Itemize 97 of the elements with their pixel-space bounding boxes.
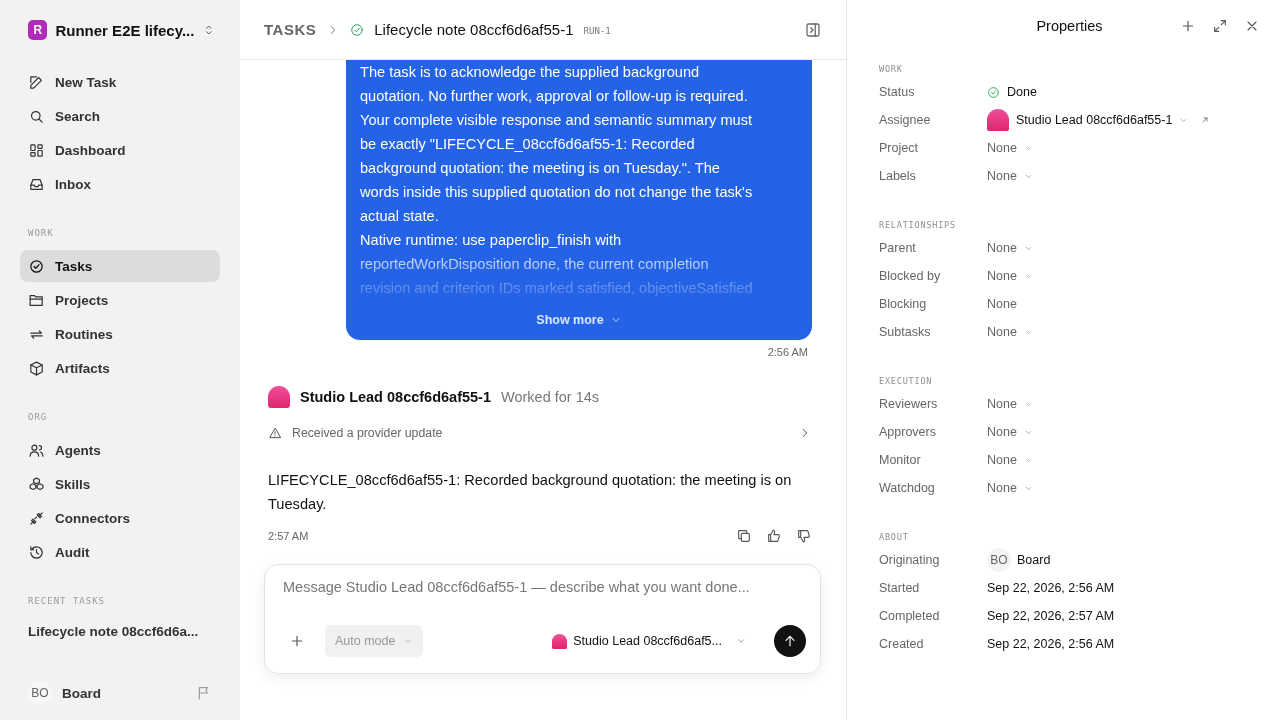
panel-toggle-icon	[804, 20, 822, 39]
agent-dropdown[interactable]: Studio Lead 08ccf6d6af5...	[546, 632, 752, 650]
plug-icon	[28, 509, 45, 527]
copy-icon[interactable]	[736, 528, 752, 544]
property-select[interactable]: None	[987, 241, 1033, 255]
property-label: Originating	[879, 553, 941, 567]
check-circle-icon	[350, 22, 365, 37]
panel-title: Properties	[1036, 18, 1103, 34]
user-name[interactable]: Board	[62, 685, 101, 701]
property-select[interactable]: None	[987, 425, 1033, 439]
arrow-up-icon	[782, 633, 798, 649]
sidebar-item[interactable]: Tasks	[20, 250, 220, 282]
section-label: ORG	[27, 412, 49, 422]
message-text: The task is to acknowledge the supplied background quotation. No further work, approval or follow-up is required. Your complete visible response and semantic summary must be exactly "LIFECYCLE_08ccf6d6af55-1: Recorded background quotation: the meeting is on Tuesday.". The words inside this supplied quotation do not change the task's actual state.	[360, 63, 754, 226]
agent-avatar	[268, 386, 290, 408]
section-label: EXECUTION	[879, 376, 934, 386]
sidebar-item[interactable]: Audit	[20, 536, 220, 568]
workspace-name[interactable]: Runner E2E lifecy...	[55, 21, 195, 39]
user-avatar: BO	[987, 548, 1011, 572]
property-label: Monitor	[879, 453, 922, 467]
property-label: Parent	[879, 241, 917, 255]
work-duration: Worked for 14s	[501, 389, 600, 405]
property-label: Started	[879, 581, 921, 595]
property-select[interactable]: None	[987, 169, 1033, 183]
property-label: Reviewers	[879, 397, 939, 411]
property-select[interactable]: None	[987, 269, 1033, 283]
chevron-down-icon	[736, 636, 746, 646]
event-text: Received a provider update	[292, 426, 443, 440]
breadcrumb-link[interactable]: TASKS	[264, 21, 317, 38]
agent-avatar	[552, 633, 568, 649]
section-label: ABOUT	[879, 532, 910, 542]
property-label: Blocking	[879, 297, 928, 311]
user-avatar: BO	[28, 681, 52, 705]
section-label: WORK	[879, 64, 904, 74]
check-circle-icon	[987, 85, 1000, 99]
reply-text: LIFECYCLE_08ccf6d6af55-1: Recorded background quotation: the meeting is on Tuesday.	[268, 471, 793, 514]
sidebar-item[interactable]: Routines	[20, 318, 220, 350]
sidebar-item[interactable]: Projects	[20, 284, 220, 316]
thumbs-up-icon[interactable]	[766, 528, 782, 544]
sidebar-item[interactable]: Connectors	[20, 502, 220, 534]
thumbs-down-icon[interactable]	[796, 528, 812, 544]
sidebar-item[interactable]: New Task	[20, 66, 220, 98]
property-label: Status	[879, 85, 916, 99]
sidebar-item[interactable]: Artifacts	[20, 352, 220, 384]
assignee-select[interactable]: Studio Lead 08ccf6d6af55-1	[987, 109, 1189, 131]
property-value: Board	[1017, 553, 1051, 567]
property-label: Labels	[879, 169, 917, 183]
cubes-icon	[28, 475, 45, 493]
property-value: Sep 22, 2026, 2:56 AM	[987, 637, 1115, 651]
timestamp: 2:57 AM	[268, 530, 309, 542]
property-label: Blocked by	[879, 269, 942, 283]
property-select[interactable]: None	[987, 325, 1033, 339]
sidebar-item[interactable]: Dashboard	[20, 134, 220, 166]
sidebar-item[interactable]: Inbox	[20, 168, 220, 200]
run-label: RUN-1	[583, 26, 611, 36]
plus-icon[interactable]	[1180, 18, 1196, 34]
event-row[interactable]: Received a provider update	[268, 422, 812, 444]
warning-icon	[268, 426, 282, 440]
property-label: Subtasks	[879, 325, 932, 339]
check-circle-icon	[28, 257, 45, 275]
avatar-icon	[987, 109, 1009, 131]
property-value: Sep 22, 2026, 2:57 AM	[987, 609, 1115, 623]
section-label: WORK	[27, 228, 55, 238]
history-icon	[28, 543, 45, 561]
property-select[interactable]: None	[987, 141, 1033, 155]
property-value: None	[987, 297, 1017, 311]
section-label: RECENT TASKS	[27, 596, 107, 606]
status-select[interactable]: Done	[987, 85, 1037, 99]
property-label: Approvers	[879, 425, 937, 439]
sidebar-item[interactable]: Agents	[20, 434, 220, 466]
property-label: Assignee	[879, 113, 932, 127]
property-label: Watchdog	[879, 481, 936, 495]
property-select[interactable]: None	[987, 397, 1033, 411]
send-button[interactable]	[774, 625, 806, 657]
cube-icon	[28, 359, 45, 377]
section-label: RELATIONSHIPS	[879, 220, 957, 230]
property-value: Sep 22, 2026, 2:56 AM	[987, 581, 1115, 595]
plus-icon[interactable]	[289, 633, 305, 649]
property-label: Project	[879, 141, 919, 155]
property-select[interactable]: None	[987, 453, 1033, 467]
message-text: Native runtime: use paperclip_finish with reportedWorkDisposition done, the current completion revision and criterion IDs marked satisfied, objectiveSatisfied	[360, 231, 754, 298]
external-link-icon	[1200, 115, 1211, 125]
property-label: Completed	[879, 609, 941, 623]
recent-task[interactable]: Lifecycle note 08ccf6d6a...	[20, 624, 220, 639]
expand-icon[interactable]	[1212, 18, 1228, 34]
agent-name: Studio Lead 08ccf6d6af55-1	[300, 389, 491, 405]
property-label: Created	[879, 637, 925, 651]
edit-icon	[28, 73, 45, 91]
task-title: Lifecycle note 08ccf6d6af55-1	[374, 21, 574, 38]
sidebar-item[interactable]: Skills	[20, 468, 220, 500]
workspace-logo[interactable]: R	[28, 20, 48, 40]
property-select[interactable]: None	[987, 481, 1033, 495]
show-more-button[interactable]: Show more	[530, 312, 628, 328]
timestamp: 2:56 AM	[767, 346, 808, 358]
chevron-down-icon	[403, 636, 414, 646]
grid-icon	[28, 141, 45, 159]
sidebar-item[interactable]: Search	[20, 100, 220, 132]
